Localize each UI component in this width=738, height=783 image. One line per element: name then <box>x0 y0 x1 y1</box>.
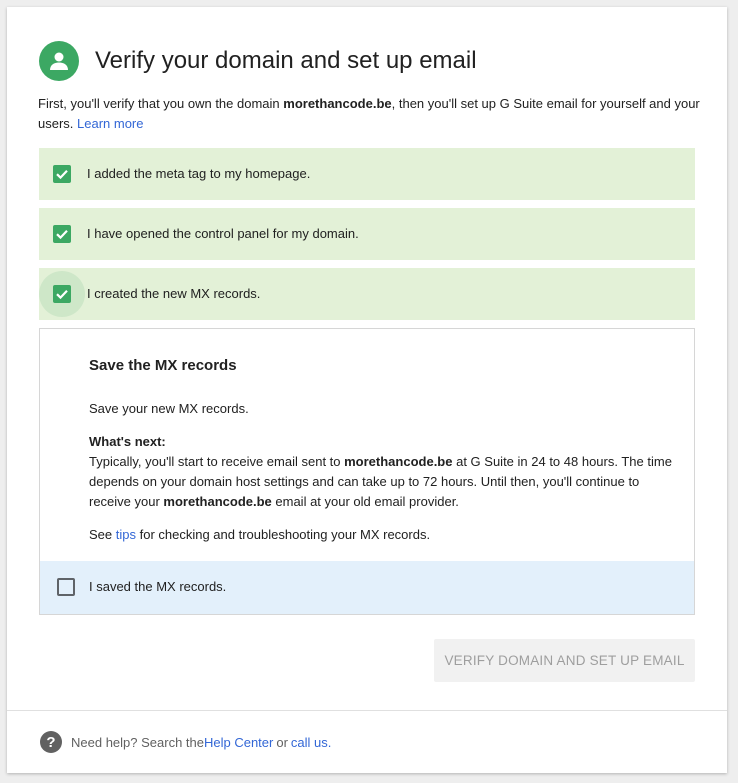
help-text: Need help? Search the <box>71 734 204 750</box>
checkbox-checked[interactable] <box>53 285 71 303</box>
whats-next-label: What's next: <box>89 434 166 449</box>
checkbox-checked[interactable] <box>53 225 71 243</box>
checkmark-icon <box>56 170 68 180</box>
mx-records-panel: Save the MX records Save your new MX rec… <box>39 328 695 615</box>
step-mx-records[interactable]: I created the new MX records. <box>39 268 695 320</box>
help-icon: ? <box>40 731 62 753</box>
tips-link[interactable]: tips <box>116 527 136 542</box>
help-center-link[interactable]: Help Center <box>204 735 273 750</box>
tips-text-part: for checking and troubleshooting your MX… <box>135 527 431 542</box>
help-text: or <box>276 734 288 750</box>
help-footer: ? Need help? Search the Help Center or c… <box>40 731 331 753</box>
step-control-panel[interactable]: I have opened the control panel for my d… <box>39 208 695 260</box>
tips-text-part: See <box>89 527 116 542</box>
checkmark-icon <box>56 230 68 240</box>
checkmark-icon <box>56 290 68 300</box>
step-label: I added the meta tag to my homepage. <box>87 166 311 181</box>
divider <box>7 710 727 711</box>
call-us-link[interactable]: call us <box>291 735 328 750</box>
checkbox-checked[interactable] <box>53 165 71 183</box>
step-meta-tag[interactable]: I added the meta tag to my homepage. <box>39 148 695 200</box>
domain-name: morethancode.be <box>283 96 392 111</box>
domain-name: morethancode.be <box>344 454 453 469</box>
intro-text: First, you'll verify that you own the do… <box>38 94 700 134</box>
panel-title: Save the MX records <box>89 357 237 374</box>
step-label: I created the new MX records. <box>87 286 261 301</box>
checkbox-unchecked[interactable] <box>57 578 75 596</box>
step-saved-mx[interactable]: I saved the MX records. <box>40 561 694 614</box>
header: Verify your domain and set up email <box>39 41 477 81</box>
step-label: I have opened the control panel for my d… <box>87 226 359 241</box>
whats-next-text: Typically, you'll start to receive email… <box>89 454 345 469</box>
whats-next-text: email at your old email provider. <box>271 494 459 509</box>
page-title: Verify your domain and set up email <box>95 47 477 74</box>
verify-domain-button[interactable]: VERIFY DOMAIN AND SET UP EMAIL <box>434 639 695 682</box>
verify-domain-card: Verify your domain and set up email Firs… <box>7 7 727 773</box>
learn-more-link[interactable]: Learn more <box>77 116 143 131</box>
help-text: . <box>327 734 332 750</box>
whats-next-block: What's next: Typically, you'll start to … <box>89 432 679 512</box>
intro-text-part: First, you'll verify that you own the do… <box>38 96 284 111</box>
tips-text: See tips for checking and troubleshootin… <box>89 525 679 545</box>
person-icon <box>39 41 79 81</box>
domain-name: morethancode.be <box>163 494 272 509</box>
save-text: Save your new MX records. <box>89 401 249 416</box>
step-label: I saved the MX records. <box>89 579 227 594</box>
